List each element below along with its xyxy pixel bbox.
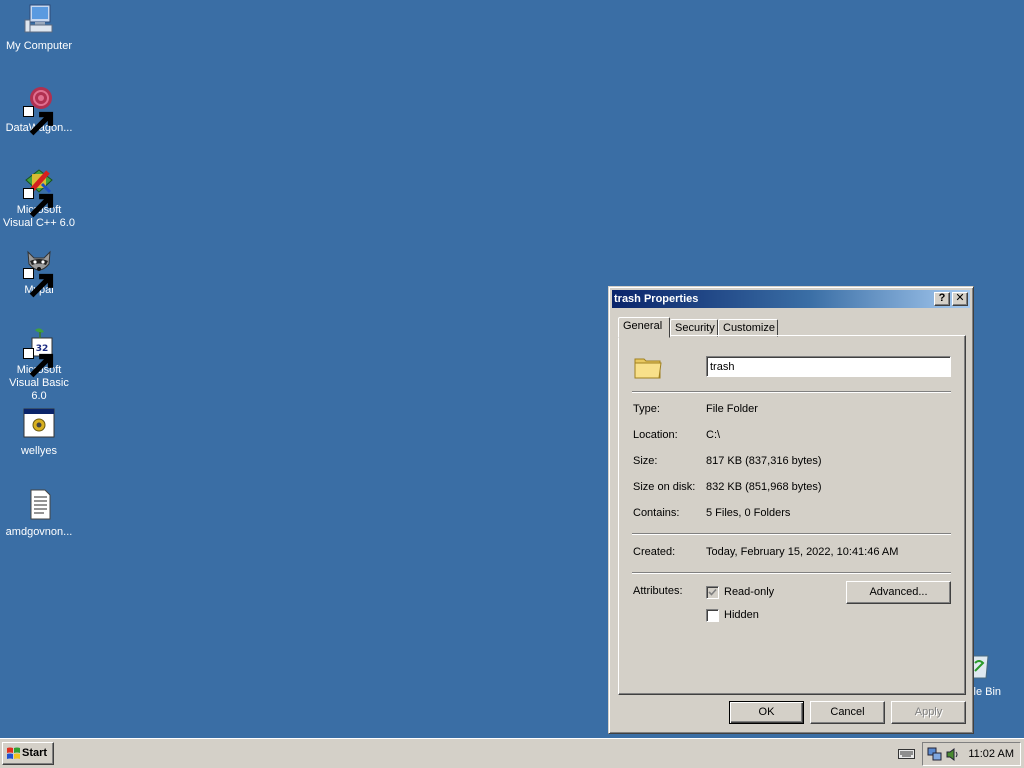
advanced-button[interactable]: Advanced... xyxy=(846,581,951,604)
desktop-icon-label: amdgovnon... xyxy=(5,526,73,538)
checkmark-icon xyxy=(708,588,717,596)
desktop-icon-label: wellyes xyxy=(20,445,58,457)
mypal-raccoon-icon xyxy=(22,246,56,298)
shortcut-arrow-icon xyxy=(23,106,54,136)
readonly-label[interactable]: Read-only xyxy=(724,586,774,598)
application-window-icon xyxy=(22,407,56,441)
separator xyxy=(632,391,951,393)
clock[interactable]: 11:02 AM xyxy=(968,748,1014,760)
size-on-disk-value: 832 KB (851,968 bytes) xyxy=(706,481,822,493)
hidden-checkbox[interactable] xyxy=(706,609,719,622)
tab-general[interactable]: General xyxy=(618,317,670,338)
folder-name-input[interactable] xyxy=(706,356,951,377)
separator xyxy=(632,572,951,574)
computer-icon xyxy=(22,2,56,36)
shortcut-arrow-icon xyxy=(23,188,54,218)
desktop-icon-visual-cpp[interactable]: Microsoft Visual C++ 6.0 xyxy=(0,166,78,230)
location-label: Location: xyxy=(633,429,678,441)
contains-label: Contains: xyxy=(633,507,680,519)
visual-cpp-icon xyxy=(22,166,56,218)
close-button[interactable]: ✕ xyxy=(952,292,968,306)
created-label: Created: xyxy=(633,546,676,558)
shortcut-arrow-icon xyxy=(23,348,54,378)
size-value: 817 KB (837,316 bytes) xyxy=(706,455,822,467)
datawagon-icon xyxy=(22,84,56,136)
desktop-icon-wellyes[interactable]: wellyes xyxy=(0,407,78,458)
speaker-icon[interactable] xyxy=(945,747,960,762)
properties-dialog: trash Properties ? ✕ General Security Cu… xyxy=(608,286,974,734)
readonly-checkbox[interactable] xyxy=(706,586,719,599)
type-value: File Folder xyxy=(706,403,758,415)
system-tray: 11:02 AM xyxy=(922,742,1021,766)
cancel-button[interactable]: Cancel xyxy=(810,701,885,724)
dialog-titlebar[interactable]: trash Properties ? ✕ xyxy=(612,290,970,308)
ok-button[interactable]: OK xyxy=(729,701,804,724)
desktop-icon-label: My Computer xyxy=(5,40,73,52)
location-value: C:\ xyxy=(706,429,721,441)
network-icon[interactable] xyxy=(927,747,942,762)
separator xyxy=(632,533,951,535)
type-label: Type: xyxy=(633,403,660,415)
desktop-icon-visual-basic[interactable]: 32 Microsoft Visual Basic 6.0 xyxy=(0,326,78,403)
start-label: Start xyxy=(22,747,48,759)
desktop-icon-datawagon[interactable]: DataWagon... xyxy=(0,84,78,136)
recycle-bin-label: cle Bin xyxy=(968,686,1002,698)
help-button[interactable]: ? xyxy=(934,292,950,306)
attributes-label: Attributes: xyxy=(633,585,683,597)
taskbar: Start 11:02 AM xyxy=(0,738,1024,768)
apply-button[interactable]: Apply xyxy=(891,701,966,724)
keyboard-icon[interactable] xyxy=(898,747,915,760)
hidden-label[interactable]: Hidden xyxy=(724,609,759,621)
size-on-disk-label: Size on disk: xyxy=(633,481,696,493)
desktop-icon-mypal[interactable]: Mypal xyxy=(0,246,78,298)
windows-logo-icon xyxy=(7,747,20,759)
created-value: Today, February 15, 2022, 10:41:46 AM xyxy=(706,546,899,558)
start-button[interactable]: Start xyxy=(2,742,54,765)
shortcut-arrow-icon xyxy=(23,268,54,298)
folder-icon xyxy=(634,358,662,379)
text-document-icon xyxy=(22,488,56,522)
size-label: Size: xyxy=(633,455,658,467)
desktop-icon-my-computer[interactable]: My Computer xyxy=(0,2,78,53)
contains-value: 5 Files, 0 Folders xyxy=(706,507,791,519)
general-panel: Type: File Folder Location: C:\ Size: 81… xyxy=(618,335,966,695)
dialog-title: trash Properties xyxy=(614,293,699,305)
desktop-icon-amdgovnon[interactable]: amdgovnon... xyxy=(0,488,78,539)
visual-basic-icon: 32 xyxy=(22,326,56,378)
